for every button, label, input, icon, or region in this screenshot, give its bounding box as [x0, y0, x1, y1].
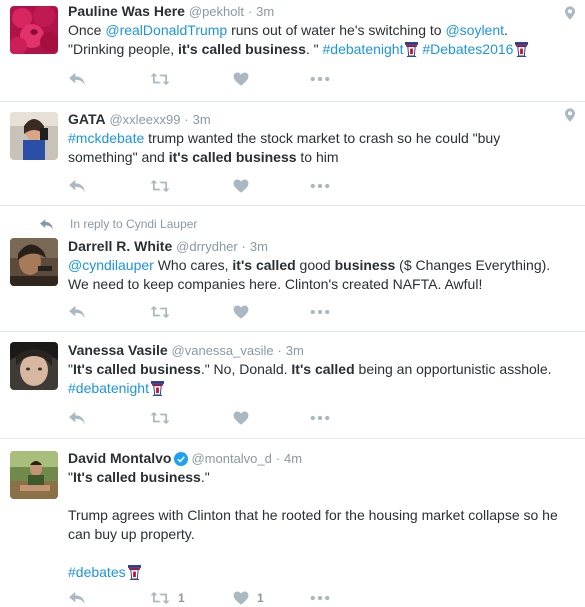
tweet-text: Once @realDonaldTrump runs out of water …	[68, 21, 573, 62]
tweet-text: @cyndilauper Who cares, it's called good…	[68, 256, 573, 294]
text-fragment: .	[504, 22, 508, 38]
retweet-icon[interactable]	[150, 303, 170, 321]
timestamp[interactable]: 3m	[193, 112, 211, 127]
separator-dot: ·	[247, 4, 253, 19]
separator-dot: ·	[184, 112, 189, 127]
more-options-icon[interactable]	[310, 589, 330, 607]
display-name[interactable]: David Montalvo	[68, 450, 171, 466]
retweet-button[interactable]: 1	[150, 589, 185, 607]
like-icon[interactable]	[233, 70, 249, 88]
reply-icon[interactable]	[68, 177, 86, 195]
timestamp[interactable]: 3m	[286, 343, 304, 358]
separator-dot: ·	[277, 343, 282, 358]
highlighted-text: It's called business	[72, 469, 201, 485]
mention-link[interactable]: @realDonaldTrump	[105, 22, 227, 38]
user-handle[interactable]: @drrydher	[176, 239, 238, 254]
user-handle[interactable]: @montalvo_d	[191, 451, 271, 466]
reply-icon[interactable]	[68, 303, 86, 321]
debate-podium-icon	[405, 42, 418, 62]
display-name[interactable]: Darrell R. White	[68, 238, 172, 254]
user-handle[interactable]: @xxleexx99	[109, 112, 180, 127]
more-options-icon[interactable]	[310, 303, 330, 321]
text-fragment: "Drinking people,	[68, 41, 179, 57]
avatar[interactable]	[10, 112, 58, 160]
user-handle[interactable]: @pekholt	[189, 4, 244, 19]
avatar[interactable]	[10, 451, 58, 499]
hashtag-link[interactable]: #debatenight	[68, 380, 149, 396]
hashtag-link[interactable]: #Debates2016	[422, 41, 513, 57]
more-options-icon[interactable]	[310, 70, 330, 88]
reply-icon[interactable]	[68, 70, 86, 88]
avatar[interactable]	[10, 238, 58, 286]
like-count: 1	[257, 591, 264, 605]
debate-podium-icon	[515, 42, 528, 62]
tweet-item[interactable]: In reply to Cyndi Lauper Darrell R. Whit…	[0, 206, 585, 332]
hashtag-link[interactable]: #debates	[68, 564, 126, 580]
retweet-icon[interactable]	[150, 70, 170, 88]
tweet-item[interactable]: David Montalvo @montalvo_d · 4m "It's cal…	[0, 439, 585, 605]
tweet-text: "It's called business." Trump agrees wit…	[68, 468, 573, 585]
mention-link[interactable]: @cyndilauper	[68, 257, 154, 273]
like-icon[interactable]	[233, 409, 249, 427]
display-name[interactable]: GATA	[68, 111, 106, 127]
text-fragment: Who cares,	[153, 257, 233, 273]
highlighted-text: it's called business	[168, 149, 297, 165]
separator-dot: ·	[275, 451, 281, 466]
text-fragment: to him	[296, 149, 339, 165]
like-icon[interactable]	[233, 303, 249, 321]
hashtag-link[interactable]: #mckdebate	[68, 130, 144, 146]
reply-context-label[interactable]: In reply to Cyndi Lauper	[70, 216, 197, 232]
in-reply-icon	[40, 219, 54, 230]
timestamp[interactable]: 4m	[284, 451, 302, 466]
like-button[interactable]: 1	[233, 589, 264, 607]
separator-dot: ·	[241, 239, 246, 254]
highlighted-text: it's called	[232, 257, 296, 273]
tweet-item[interactable]: GATA @xxleexx99 · 3m #mckdebate trump wa…	[0, 102, 585, 206]
highlighted-text: It's called business	[72, 361, 201, 377]
text-fragment: Once	[68, 22, 106, 38]
mention-link[interactable]: @soylent	[445, 22, 504, 38]
text-fragment: ."	[200, 469, 210, 485]
tweet-text: "It's called business." No, Donald. It's…	[68, 360, 573, 401]
retweet-icon	[150, 591, 170, 605]
text-fragment: being an opportunistic asshole.	[354, 361, 552, 377]
text-fragment: runs out of water he's switching to	[227, 22, 446, 38]
timestamp[interactable]: 3m	[256, 4, 274, 19]
hashtag-link[interactable]: #debatenight	[323, 41, 404, 57]
like-icon[interactable]	[233, 177, 249, 195]
avatar[interactable]	[10, 342, 58, 390]
highlighted-text: It's called	[291, 361, 355, 377]
text-fragment: Trump agrees with Clinton that he rooted…	[68, 507, 558, 542]
reply-context[interactable]: In reply to Cyndi Lauper	[40, 216, 197, 232]
avatar[interactable]	[10, 6, 58, 54]
tweet-item[interactable]: Vanessa Vasile @vanessa_vasile · 3m "It'…	[0, 332, 585, 439]
tweet-text: #mckdebate trump wanted the stock market…	[68, 129, 573, 167]
display-name[interactable]: Vanessa Vasile	[68, 342, 168, 358]
text-fragment: good	[295, 257, 335, 273]
debate-podium-icon	[128, 565, 141, 585]
highlighted-text: business	[334, 257, 396, 273]
reply-icon[interactable]	[68, 409, 86, 427]
more-options-icon[interactable]	[310, 177, 330, 195]
user-handle[interactable]: @vanessa_vasile	[172, 343, 274, 358]
retweet-icon[interactable]	[150, 177, 170, 195]
retweet-count: 1	[178, 591, 185, 605]
reply-icon[interactable]	[68, 589, 86, 607]
debate-podium-icon	[151, 381, 164, 401]
like-icon	[233, 591, 249, 605]
tweet-item[interactable]: Pauline Was Here @pekholt · 3m Once @rea…	[0, 0, 585, 102]
text-fragment: ." No, Donald.	[200, 361, 292, 377]
text-fragment: . "	[305, 41, 323, 57]
display-name[interactable]: Pauline Was Here	[68, 3, 185, 19]
more-options-icon[interactable]	[310, 409, 330, 427]
timestamp[interactable]: 3m	[250, 239, 268, 254]
highlighted-text: it's called business	[178, 41, 306, 57]
retweet-icon[interactable]	[150, 409, 170, 427]
